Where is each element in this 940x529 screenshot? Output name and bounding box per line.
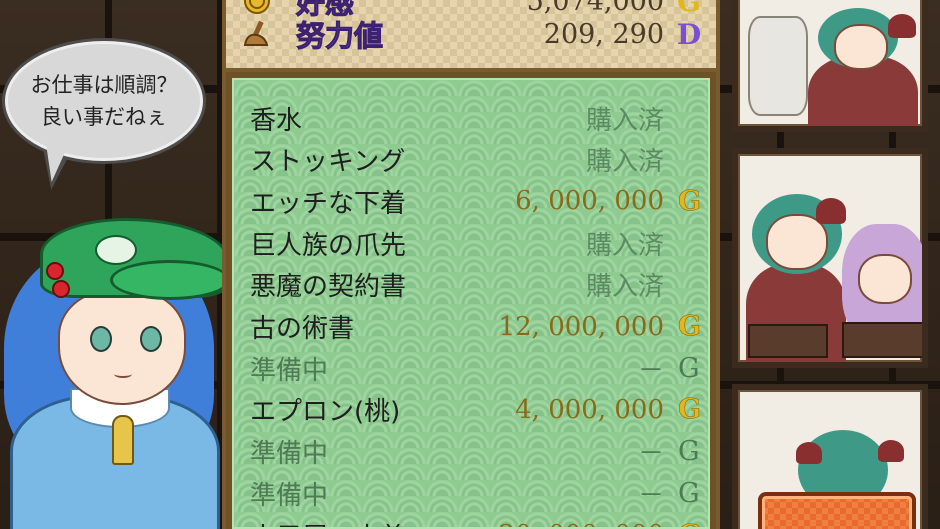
shop-item-name: 準備中 bbox=[250, 480, 329, 511]
currency-unit: G bbox=[678, 519, 702, 527]
shop-item-name: ストッキング bbox=[250, 147, 406, 178]
character-face bbox=[834, 24, 888, 70]
shop-item-name: 古の術書 bbox=[250, 314, 355, 344]
stat-row-effort: 努力値 209, 290 D bbox=[240, 17, 702, 54]
shop-item-row: 準備中 － G bbox=[250, 432, 700, 472]
shop-item-row[interactable]: エプロン(桃) 4, 000, 000 G bbox=[250, 390, 702, 430]
shop-item-row: 準備中 － G bbox=[250, 473, 700, 513]
brush-icon bbox=[240, 19, 274, 49]
purchased-badge: 購入済 bbox=[585, 230, 664, 261]
currency-unit: G bbox=[678, 394, 702, 426]
currency-unit: G bbox=[678, 352, 700, 384]
shop-item-row: 準備中 － G bbox=[250, 348, 700, 388]
book-icon bbox=[748, 324, 828, 358]
character-face bbox=[858, 254, 912, 304]
shop-item-row[interactable]: 香水 購入済 bbox=[250, 98, 698, 138]
shop-item-name: 赤子屋の水着 bbox=[250, 517, 406, 528]
shop-item-price: 4, 000, 000 bbox=[515, 394, 664, 425]
shop-item-row[interactable]: 古の術書 12, 000, 000 G bbox=[250, 307, 702, 347]
speech-bubble: お仕事は順調？ 良い事だねぇ bbox=[2, 38, 206, 164]
stat-value: 209, 290 bbox=[543, 18, 664, 50]
status-panel: 好感 5,074,000 G 努力値 209, 290 D bbox=[222, 0, 720, 72]
shop-item-price: 6, 000, 000 bbox=[515, 186, 664, 217]
character-face bbox=[58, 290, 186, 405]
shop-item-name: エプロン(桃) bbox=[250, 397, 401, 428]
character-portrait bbox=[0, 210, 240, 529]
hair-ornament-icon bbox=[888, 14, 916, 38]
shop-list-panel: 香水 購入済 ストッキング 購入済 エッチな下着 6, 000, 000 G 巨人族の爪先 購入… bbox=[222, 72, 720, 529]
shop-item-name: 準備中 bbox=[250, 439, 329, 470]
shop-item-price: 20, 000, 000 bbox=[499, 520, 664, 527]
gallery-frame[interactable] bbox=[732, 148, 928, 368]
book-icon bbox=[842, 322, 922, 358]
hair-bead-icon bbox=[46, 262, 64, 280]
gallery-frame[interactable] bbox=[732, 0, 928, 132]
purchased-badge: 購入済 bbox=[585, 272, 664, 303]
dialogue-line: お仕事は順調？ bbox=[30, 73, 178, 97]
gallery-column bbox=[720, 0, 940, 529]
hair-bead-icon bbox=[52, 280, 70, 298]
currency-unit: G bbox=[678, 185, 702, 218]
currency-unit: G bbox=[678, 311, 702, 343]
hat-emblem-icon bbox=[95, 235, 137, 265]
shop-item-name: 悪魔の契約書 bbox=[250, 272, 407, 303]
stat-value: 5,074,000 bbox=[526, 0, 664, 17]
purchased-badge: 購入済 bbox=[585, 105, 664, 136]
shop-item-price: － bbox=[637, 480, 664, 511]
character-eye bbox=[140, 326, 162, 352]
currency-unit: G bbox=[678, 436, 700, 468]
shop-item-price: 12, 000, 000 bbox=[498, 311, 664, 342]
shop-item-row[interactable]: 悪魔の契約書 購入済 bbox=[250, 265, 698, 305]
shop-item-row[interactable]: ストッキング 購入済 bbox=[250, 140, 698, 180]
shop-item-name: 準備中 bbox=[250, 355, 329, 386]
hair-ornament-icon bbox=[796, 442, 822, 464]
shop-item-row[interactable]: エッチな下着 6, 000, 000 G bbox=[250, 181, 702, 221]
purchased-badge: 購入済 bbox=[585, 147, 664, 178]
character-mouth bbox=[114, 370, 132, 378]
cloth-icon bbox=[748, 16, 808, 116]
shop-item-name: エッチな下着 bbox=[250, 188, 407, 219]
shop-list: 香水 購入済 ストッキング 購入済 エッチな下着 6, 000, 000 G 巨人族の爪先 購入… bbox=[232, 78, 710, 529]
hair-ornament-icon bbox=[816, 198, 846, 224]
shop-item-row[interactable]: 巨人族の爪先 購入済 bbox=[250, 223, 698, 263]
action-button[interactable] bbox=[758, 492, 916, 529]
key-icon bbox=[112, 415, 134, 465]
hair-ornament-icon bbox=[878, 440, 904, 462]
shop-item-price: － bbox=[637, 439, 664, 470]
stat-unit: D bbox=[676, 17, 702, 51]
character-hat-brim bbox=[110, 260, 230, 300]
stat-unit: G bbox=[677, 0, 701, 18]
stat-label: 努力値 bbox=[295, 19, 384, 54]
character-eye bbox=[90, 326, 112, 352]
shop-item-row[interactable]: 赤子屋の水着 20, 000, 000 G bbox=[250, 515, 702, 528]
shop-item-name: 巨人族の爪先 bbox=[250, 230, 407, 261]
shop-item-name: 香水 bbox=[250, 105, 303, 136]
shop-item-price: － bbox=[637, 355, 664, 386]
coin-icon bbox=[240, 0, 274, 16]
currency-unit: G bbox=[678, 477, 700, 509]
dialogue-line: 良い事だねぇ bbox=[41, 105, 167, 129]
